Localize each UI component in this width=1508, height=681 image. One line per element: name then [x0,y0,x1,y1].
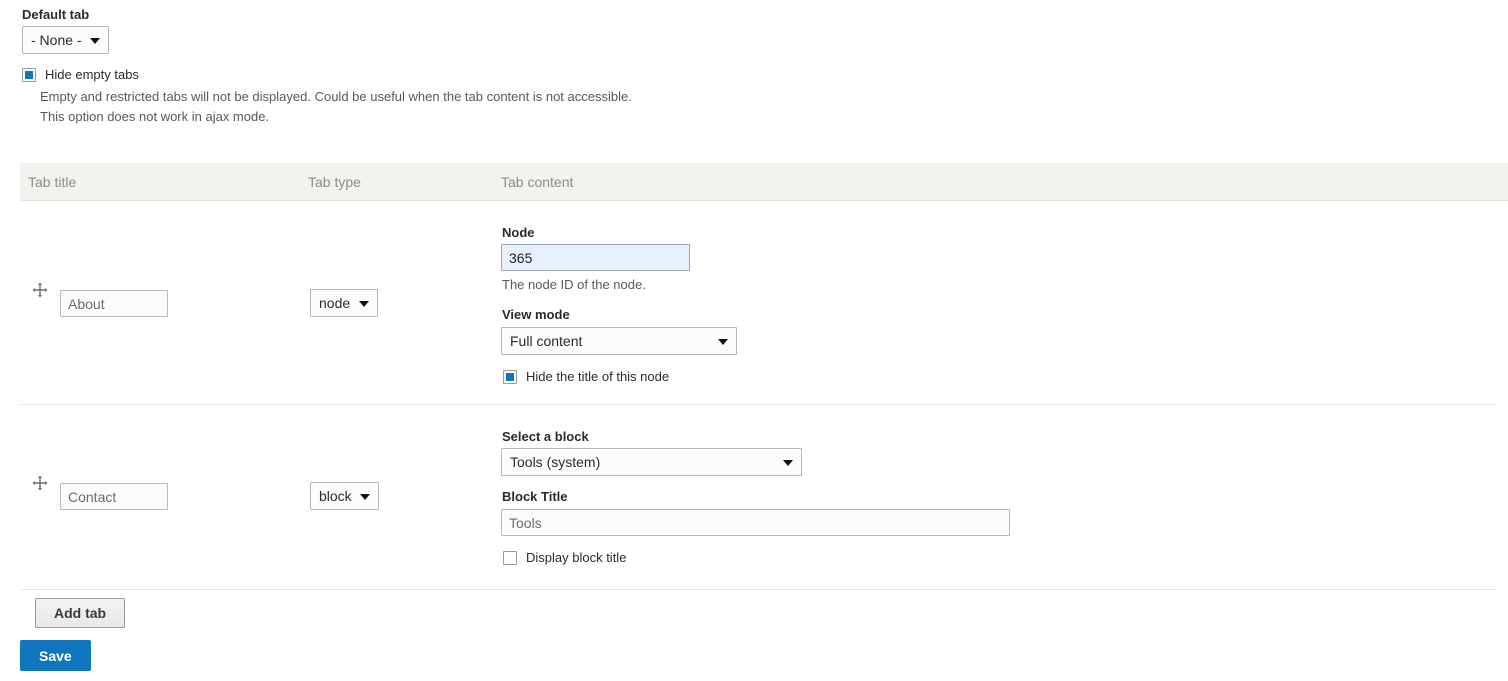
block-title-input[interactable] [501,509,1010,536]
drag-handle-row-2[interactable] [32,475,48,491]
tab-type-select-row-2[interactable]: block [310,482,379,510]
block-title-label: Block Title [502,489,568,504]
hide-empty-tabs-label[interactable]: Hide empty tabs [45,67,139,82]
default-tab-label: Default tab [22,7,90,22]
node-field-description: The node ID of the node. [502,277,646,292]
quicktabs-settings-form: Default tab - None - Hide empty tabs Emp… [0,0,1508,681]
hide-node-title-label[interactable]: Hide the title of this node [526,369,669,384]
select-a-block-select[interactable]: Tools (system) [501,448,802,476]
row-divider-2 [20,589,1495,590]
add-tab-button[interactable]: Add tab [35,598,126,628]
hide-empty-tabs-description-line-1: Empty and restricted tabs will not be di… [40,89,632,104]
column-header-tab-title: Tab title [28,174,77,190]
chevron-down-icon [783,460,793,466]
row-divider-1 [20,404,1495,405]
save-button[interactable]: Save [20,640,91,671]
move-icon [32,282,48,298]
hide-node-title-checkbox[interactable] [503,369,517,384]
column-header-tab-type: Tab type [308,174,361,190]
hide-empty-tabs-row: Hide empty tabs [22,67,139,82]
chevron-down-icon [359,494,370,500]
hide-node-title-row: Hide the title of this node [503,369,669,384]
node-field-label: Node [502,225,535,240]
hide-empty-tabs-checkbox[interactable] [22,67,36,82]
select-a-block-label: Select a block [502,429,589,444]
hide-empty-tabs-description-line-2: This option does not work in ajax mode. [40,109,270,124]
node-id-input[interactable] [501,244,690,271]
view-mode-value: Full content [510,333,583,349]
drag-handle-row-1[interactable] [32,282,48,298]
display-block-title-checkbox[interactable] [503,550,517,565]
tab-title-input-row-1[interactable] [60,290,168,317]
move-icon [32,475,48,491]
default-tab-select[interactable]: - None - [22,26,109,54]
display-block-title-row: Display block title [503,550,626,565]
select-a-block-value: Tools (system) [510,454,601,470]
tab-type-value-row-2: block [319,488,352,504]
tab-type-value-row-1: node [319,295,351,311]
chevron-down-icon [718,339,728,345]
default-tab-selected-value: - None - [31,32,82,48]
tab-title-input-row-2[interactable] [60,483,168,510]
chevron-down-icon [359,301,369,307]
chevron-down-icon [89,38,100,44]
display-block-title-label[interactable]: Display block title [526,550,626,565]
view-mode-select[interactable]: Full content [501,327,737,355]
tabs-table-header: Tab title Tab type Tab content [20,163,1508,201]
tab-type-select-row-1[interactable]: node [310,289,378,317]
column-header-tab-content: Tab content [501,174,574,190]
view-mode-label: View mode [502,307,570,322]
